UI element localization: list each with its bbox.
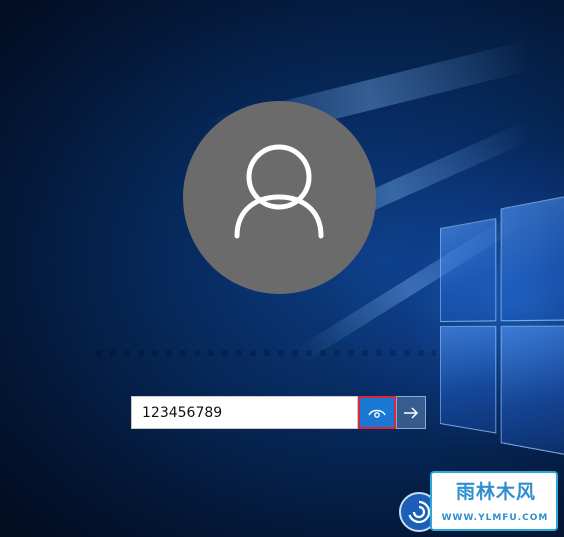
user-silhouette-icon [234,144,324,239]
logo-pane [500,193,564,322]
eye-icon [368,409,386,418]
ease-of-access-icon [408,500,431,524]
password-input[interactable] [131,396,358,429]
username-shadow [96,350,436,356]
arrow-right-icon [404,406,419,419]
logo-pane [500,325,564,458]
logo-pane [440,218,497,322]
watermark-url: WWW.YLMFU.COM [441,513,549,523]
user-avatar [183,101,376,294]
windows-logo [440,193,564,458]
watermark-title: 雨林木风 [455,481,536,503]
logo-pane [440,325,497,434]
site-watermark: 雨林木风 WWW.YLMFU.COM [430,471,558,531]
lock-screen: 雨林木风 WWW.YLMFU.COM [0,0,564,537]
reveal-password-button[interactable] [358,396,396,429]
submit-button[interactable] [396,396,426,429]
